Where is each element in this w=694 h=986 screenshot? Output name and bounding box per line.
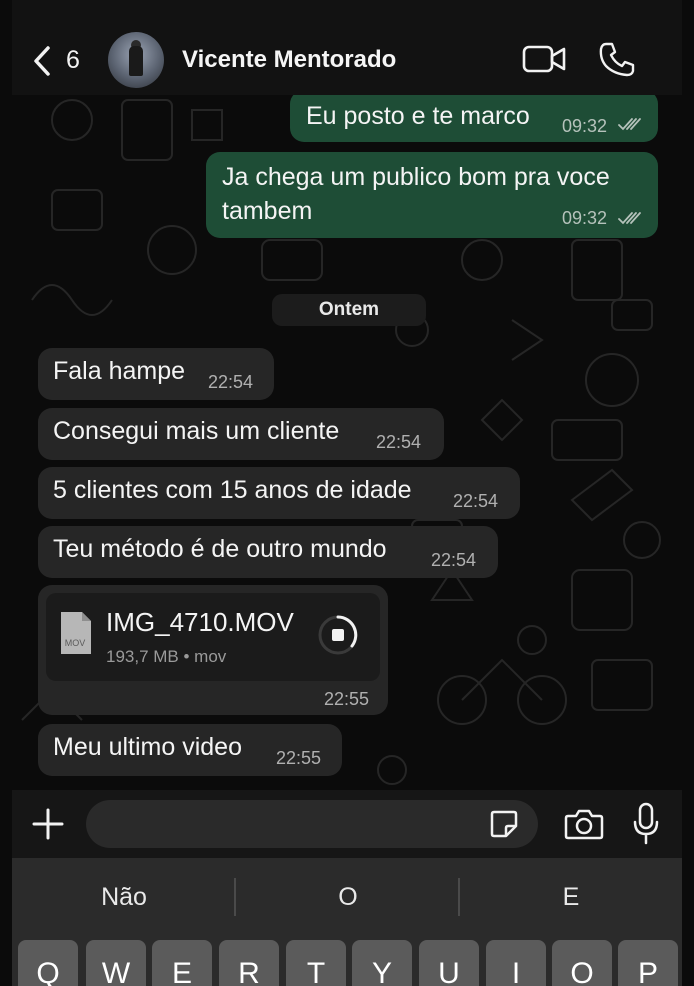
chat-header: 6 Vicente Mentorado bbox=[12, 0, 682, 95]
key-t[interactable]: T bbox=[286, 940, 346, 986]
contact-avatar[interactable] bbox=[108, 32, 164, 88]
file-message[interactable]: MOV IMG_4710.MOV 193,7 MB • mov 22:55 bbox=[38, 585, 388, 715]
file-meta: 193,7 MB • mov bbox=[106, 647, 227, 666]
download-cancel-icon[interactable] bbox=[316, 613, 360, 657]
message-time: 22:54 bbox=[376, 432, 422, 452]
file-type-label: MOV bbox=[65, 638, 86, 648]
file-attachment[interactable]: MOV IMG_4710.MOV 193,7 MB • mov bbox=[46, 593, 380, 681]
key-r[interactable]: R bbox=[219, 940, 279, 986]
message-time: 22:55 bbox=[324, 689, 370, 709]
microphone-icon[interactable] bbox=[632, 802, 660, 846]
date-separator: Ontem bbox=[272, 294, 426, 326]
message-time: 22:54 bbox=[431, 550, 477, 570]
unread-count[interactable]: 6 bbox=[66, 46, 80, 75]
plus-icon[interactable] bbox=[30, 806, 66, 842]
key-e[interactable]: E bbox=[152, 940, 212, 986]
key-p[interactable]: P bbox=[618, 940, 678, 986]
contact-name[interactable]: Vicente Mentorado bbox=[182, 46, 396, 74]
message-time: 22:54 bbox=[453, 491, 499, 511]
read-receipt-icon bbox=[618, 212, 641, 225]
message-time: 22:54 bbox=[208, 372, 254, 392]
incoming-message[interactable]: 5 clientes com 15 anos de idade 22:54 bbox=[38, 467, 520, 519]
read-receipt-icon bbox=[618, 118, 641, 131]
key-u[interactable]: U bbox=[419, 940, 479, 986]
suggestion-item[interactable]: E bbox=[460, 858, 682, 936]
message-text: Eu posto e te marco bbox=[306, 102, 530, 130]
back-chevron-icon[interactable] bbox=[30, 44, 54, 78]
video-file-icon: MOV bbox=[61, 612, 91, 654]
key-y[interactable]: Y bbox=[352, 940, 412, 986]
message-text: 5 clientes com 15 anos de idade bbox=[53, 476, 412, 504]
message-text: Meu ultimo video bbox=[53, 733, 242, 761]
message-text: Teu método é de outro mundo bbox=[53, 535, 387, 563]
outgoing-message[interactable]: Eu posto e te marco 09:32 bbox=[290, 90, 658, 142]
incoming-message[interactable]: Fala hampe 22:54 bbox=[38, 348, 274, 400]
video-call-icon[interactable] bbox=[522, 42, 566, 76]
file-name: IMG_4710.MOV bbox=[106, 607, 294, 637]
phone-call-icon[interactable] bbox=[598, 40, 636, 78]
sticker-icon[interactable] bbox=[488, 808, 520, 840]
incoming-message[interactable]: Consegui mais um cliente 22:54 bbox=[38, 408, 444, 460]
suggestion-item[interactable]: Não bbox=[12, 858, 236, 936]
key-q[interactable]: Q bbox=[18, 940, 78, 986]
message-text: Consegui mais um cliente bbox=[53, 417, 340, 445]
message-text: Fala hampe bbox=[53, 357, 186, 385]
message-text-line: tambem bbox=[222, 197, 313, 225]
message-time: 09:32 bbox=[562, 116, 608, 136]
message-input-bar bbox=[12, 790, 682, 858]
keyboard: Não O E Q W E R T Y U I O P bbox=[12, 858, 682, 986]
chat-screen: 6 Vicente Mentorado Eu posto e te marco … bbox=[12, 0, 682, 986]
incoming-message[interactable]: Teu método é de outro mundo 22:54 bbox=[38, 526, 498, 578]
suggestion-item[interactable]: O bbox=[236, 858, 460, 936]
key-o[interactable]: O bbox=[552, 940, 612, 986]
message-time: 22:55 bbox=[276, 748, 322, 768]
message-input[interactable] bbox=[86, 800, 538, 848]
key-w[interactable]: W bbox=[86, 940, 146, 986]
message-time: 09:32 bbox=[562, 208, 608, 228]
incoming-message[interactable]: Meu ultimo video 22:55 bbox=[38, 724, 342, 776]
camera-icon[interactable] bbox=[564, 806, 604, 842]
outgoing-message[interactable]: Ja chega um publico bom pra voce tambem … bbox=[206, 152, 658, 238]
key-i[interactable]: I bbox=[486, 940, 546, 986]
message-text-line: Ja chega um publico bom pra voce bbox=[222, 163, 610, 191]
